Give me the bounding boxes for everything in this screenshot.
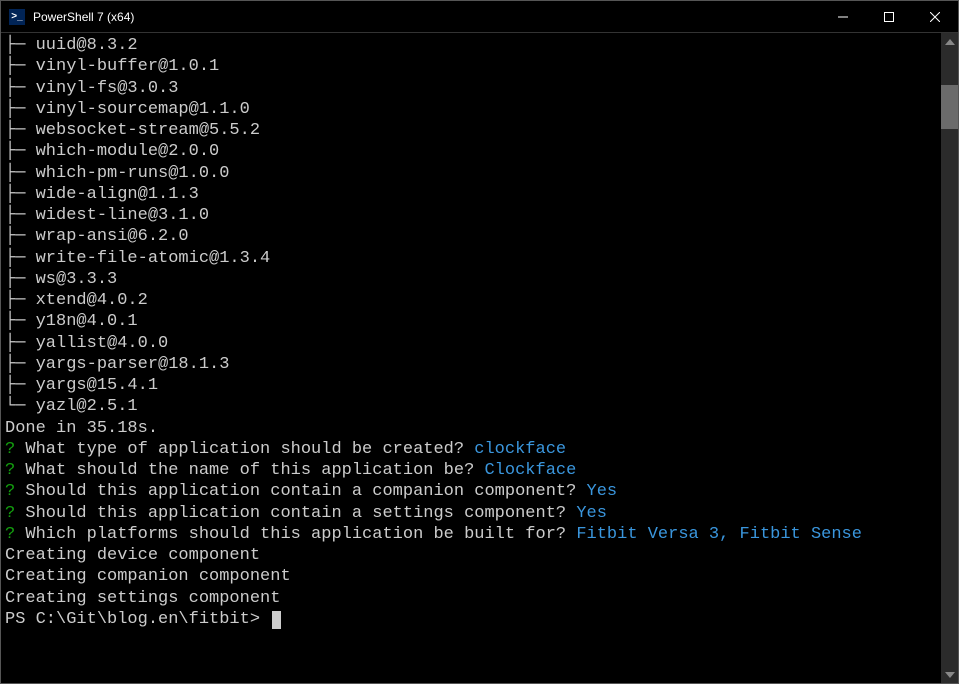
ps-prompt: PS C:\Git\blog.en\fitbit>	[5, 610, 270, 629]
package-item: └─ yazl@2.5.1	[5, 396, 941, 417]
prompt-question: Should this application contain a settin…	[25, 504, 566, 523]
status-line: Creating device component	[5, 545, 941, 566]
maximize-button[interactable]	[866, 1, 912, 32]
question-mark-icon: ?	[5, 525, 15, 544]
close-button[interactable]	[912, 1, 958, 32]
package-item: ├─ yargs@15.4.1	[5, 375, 941, 396]
powershell-icon: >_	[9, 9, 25, 25]
prompt-answer: Fitbit Versa 3, Fitbit Sense	[576, 525, 862, 544]
package-item: ├─ ws@3.3.3	[5, 269, 941, 290]
package-item: ├─ vinyl-sourcemap@1.1.0	[5, 99, 941, 120]
done-line: Done in 35.18s.	[5, 418, 941, 439]
question-mark-icon: ?	[5, 482, 15, 501]
prompt-question: Should this application contain a compan…	[25, 482, 576, 501]
package-item: ├─ uuid@8.3.2	[5, 35, 941, 56]
scroll-up-arrow[interactable]	[941, 33, 958, 50]
package-item: ├─ write-file-atomic@1.3.4	[5, 248, 941, 269]
window-title: PowerShell 7 (x64)	[33, 10, 134, 24]
package-item: ├─ yallist@4.0.0	[5, 333, 941, 354]
titlebar[interactable]: >_ PowerShell 7 (x64)	[1, 1, 958, 33]
question-mark-icon: ?	[5, 440, 15, 459]
package-item: ├─ xtend@4.0.2	[5, 290, 941, 311]
prompt-line: ? What should the name of this applicati…	[5, 460, 941, 481]
cursor	[272, 611, 281, 629]
package-item: ├─ yargs-parser@18.1.3	[5, 354, 941, 375]
titlebar-buttons	[820, 1, 958, 32]
minimize-button[interactable]	[820, 1, 866, 32]
scroll-down-arrow[interactable]	[941, 666, 958, 683]
prompt-answer: Clockface	[484, 461, 576, 480]
prompt-line: ? What type of application should be cre…	[5, 439, 941, 460]
prompt-question: What should the name of this application…	[25, 461, 474, 480]
package-item: ├─ websocket-stream@5.5.2	[5, 120, 941, 141]
titlebar-left: >_ PowerShell 7 (x64)	[1, 9, 134, 25]
package-item: ├─ vinyl-fs@3.0.3	[5, 78, 941, 99]
powershell-window: >_ PowerShell 7 (x64) ├─ uuid@8.3.2├─ vi…	[0, 0, 959, 684]
package-item: ├─ vinyl-buffer@1.0.1	[5, 56, 941, 77]
terminal-area: ├─ uuid@8.3.2├─ vinyl-buffer@1.0.1├─ vin…	[1, 33, 958, 683]
prompt-question: Which platforms should this application …	[25, 525, 566, 544]
package-item: ├─ widest-line@3.1.0	[5, 205, 941, 226]
scrollbar[interactable]	[941, 33, 958, 683]
package-item: ├─ which-pm-runs@1.0.0	[5, 163, 941, 184]
prompt-line: ? Should this application contain a sett…	[5, 503, 941, 524]
question-mark-icon: ?	[5, 461, 15, 480]
package-item: ├─ wide-align@1.1.3	[5, 184, 941, 205]
prompt-answer: Yes	[587, 482, 618, 501]
prompt-question: What type of application should be creat…	[25, 440, 464, 459]
prompt-line: ? Should this application contain a comp…	[5, 481, 941, 502]
scroll-thumb[interactable]	[941, 85, 958, 129]
status-line: Creating settings component	[5, 588, 941, 609]
terminal-content[interactable]: ├─ uuid@8.3.2├─ vinyl-buffer@1.0.1├─ vin…	[1, 33, 941, 683]
package-item: ├─ wrap-ansi@6.2.0	[5, 226, 941, 247]
ps-prompt-line[interactable]: PS C:\Git\blog.en\fitbit>	[5, 609, 941, 630]
package-item: ├─ y18n@4.0.1	[5, 311, 941, 332]
package-item: ├─ which-module@2.0.0	[5, 141, 941, 162]
prompt-line: ? Which platforms should this applicatio…	[5, 524, 941, 545]
question-mark-icon: ?	[5, 504, 15, 523]
prompt-answer: Yes	[576, 504, 607, 523]
status-line: Creating companion component	[5, 566, 941, 587]
prompt-answer: clockface	[474, 440, 566, 459]
